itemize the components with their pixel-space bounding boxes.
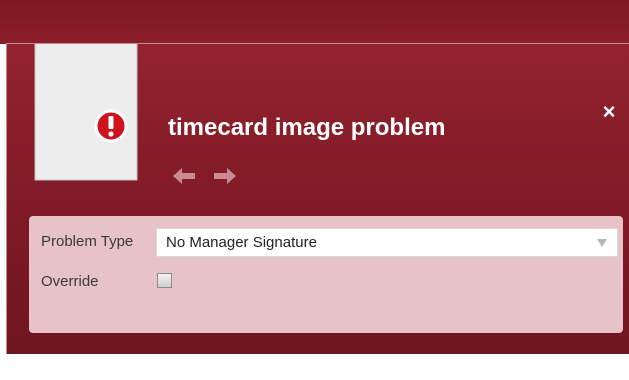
form-panel: Problem Type No Manager Signature Overri…	[29, 216, 623, 333]
arrow-right-icon[interactable]	[212, 166, 236, 186]
override-checkbox[interactable]	[157, 273, 172, 288]
close-button[interactable]: ×	[598, 101, 620, 123]
save-label: Save	[475, 359, 510, 377]
problem-type-select[interactable]: No Manager Signature	[156, 228, 618, 257]
dialog-title: timecard image problem	[168, 114, 446, 141]
new-label: New	[572, 359, 603, 377]
background-window-header	[0, 0, 629, 44]
override-label: Override	[41, 273, 99, 290]
save-button[interactable]: Save	[447, 356, 509, 380]
floppy-disk-icon	[447, 357, 469, 379]
new-button[interactable]: New	[544, 356, 602, 380]
chevron-down-icon	[597, 239, 607, 247]
problem-type-label: Problem Type	[41, 233, 134, 250]
problem-dialog: timecard image problem × Problem Type No…	[6, 43, 629, 379]
plus-icon	[545, 358, 565, 378]
document-icon	[34, 44, 138, 181]
problem-type-value: No Manager Signature	[166, 234, 317, 251]
error-icon	[94, 109, 128, 143]
arrow-left-icon[interactable]	[173, 166, 197, 186]
